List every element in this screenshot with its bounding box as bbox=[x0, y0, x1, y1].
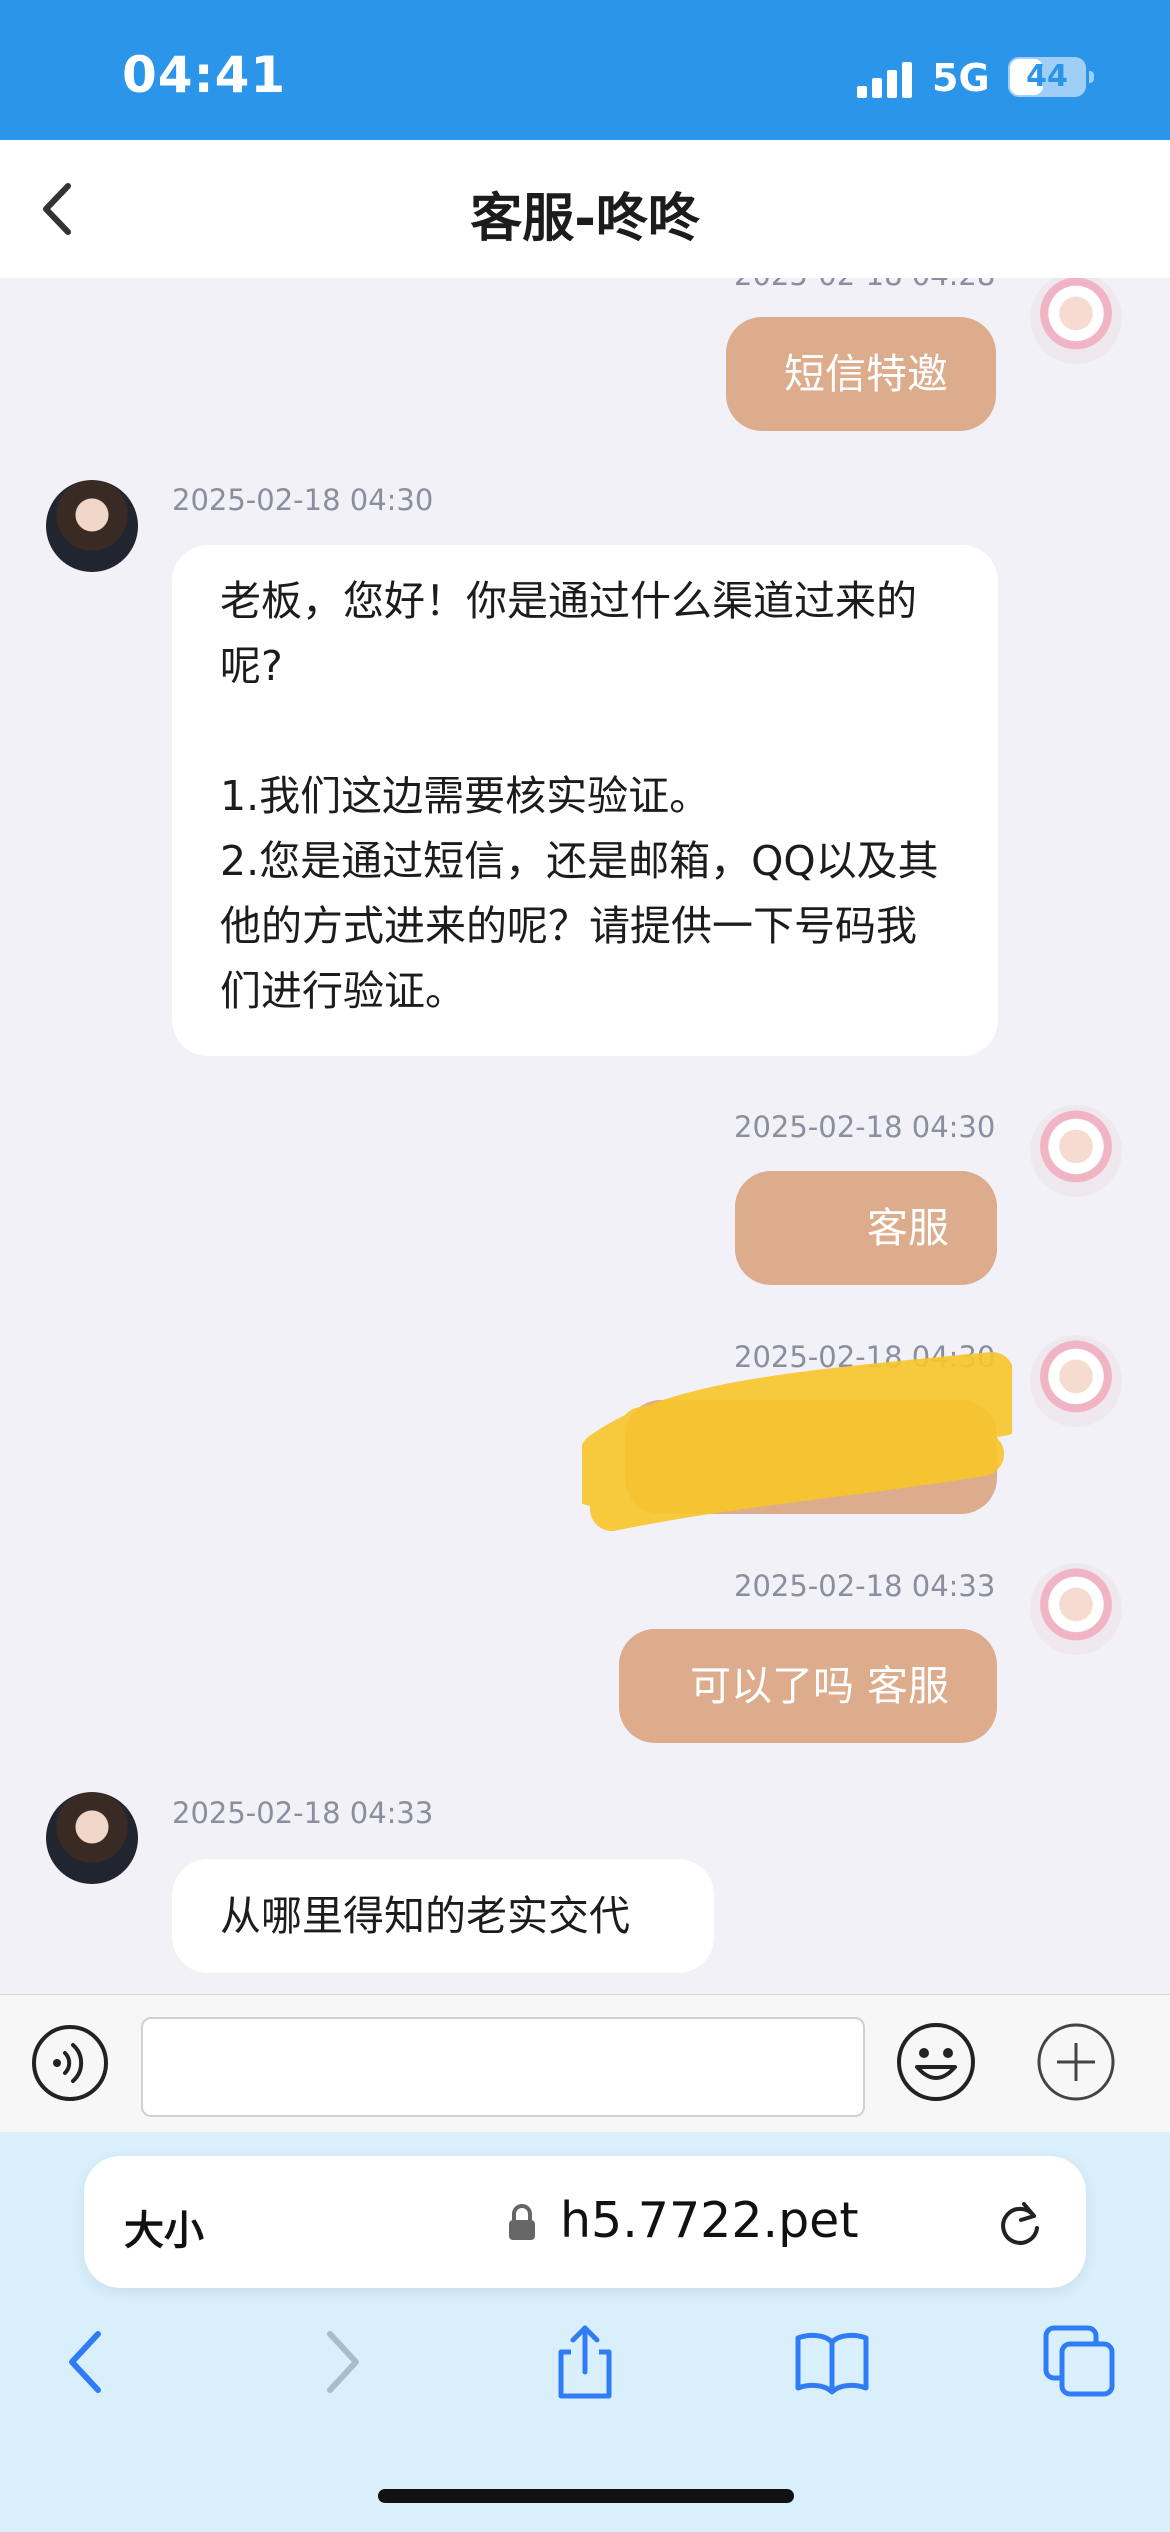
address-bar[interactable]: 大小 h5.7722.pet bbox=[84, 2156, 1086, 2288]
back-arrow-icon[interactable] bbox=[48, 2322, 128, 2402]
user-avatar[interactable] bbox=[1030, 1105, 1122, 1197]
battery-percent: 44 bbox=[1026, 59, 1068, 94]
message-text: 从哪里得知的老实交代 bbox=[220, 1892, 630, 1940]
user-avatar[interactable] bbox=[1030, 1563, 1122, 1655]
share-icon[interactable] bbox=[545, 2322, 625, 2402]
message-timestamp: 2025-02-18 04:30 bbox=[734, 1110, 996, 1144]
message-bubble-outgoing[interactable]: 短信特邀 bbox=[726, 317, 996, 431]
chat-title: 客服-咚咚 bbox=[470, 189, 700, 249]
status-time: 04:41 bbox=[122, 46, 287, 104]
message-input[interactable] bbox=[141, 2017, 865, 2117]
message-text: 客服 bbox=[867, 1204, 949, 1252]
agent-avatar[interactable] bbox=[46, 1792, 138, 1884]
message-timestamp: 2025-02-18 04:30 bbox=[172, 483, 434, 517]
agent-avatar[interactable] bbox=[46, 480, 138, 572]
smiley-icon[interactable] bbox=[895, 2021, 977, 2103]
lock-icon bbox=[509, 2204, 535, 2240]
message-text: 老板，您好！你是通过什么渠道过来的呢? 1.我们这边需要核实验证。 2.您是通过… bbox=[220, 577, 939, 1015]
message-timestamp: 2025-02-18 04:33 bbox=[734, 1569, 996, 1603]
message-bubble-incoming[interactable]: 老板，您好！你是通过什么渠道过来的呢? 1.我们这边需要核实验证。 2.您是通过… bbox=[172, 545, 998, 1056]
status-bar: 04:41 5G 44 bbox=[0, 0, 1170, 140]
text-size-button[interactable]: 大小 bbox=[124, 2198, 204, 2256]
bookmarks-icon[interactable] bbox=[792, 2322, 872, 2402]
message-text: 短信特邀 bbox=[784, 350, 948, 398]
message-timestamp: 2025-02-18 04:33 bbox=[172, 1796, 434, 1830]
redaction-scribble bbox=[582, 1352, 1012, 1531]
message-text: 可以了吗 客服 bbox=[689, 1662, 949, 1710]
message-bubble-incoming[interactable]: 从哪里得知的老实交代 bbox=[172, 1859, 714, 1973]
plus-circle-icon[interactable] bbox=[1035, 2021, 1117, 2103]
network-type: 5G bbox=[932, 56, 990, 100]
message-bubble-outgoing[interactable]: 客服 bbox=[735, 1171, 997, 1285]
chat-message-list[interactable]: 2025-02-18 04:28 短信特邀 2025-02-18 04:30 老… bbox=[0, 278, 1170, 1994]
message-composer bbox=[0, 1994, 1170, 2132]
home-indicator[interactable] bbox=[378, 2489, 794, 2503]
battery-cap bbox=[1089, 71, 1094, 83]
voice-icon[interactable] bbox=[30, 2023, 110, 2103]
tabs-icon[interactable] bbox=[1040, 2322, 1120, 2402]
cellular-signal-icon bbox=[857, 62, 912, 98]
reload-icon[interactable] bbox=[994, 2196, 1046, 2250]
message-bubble-outgoing[interactable]: 可以了吗 客服 bbox=[619, 1629, 997, 1743]
forward-arrow-icon[interactable] bbox=[300, 2322, 380, 2402]
chat-header: 客服-咚咚 bbox=[0, 140, 1170, 278]
message-timestamp: 2025-02-18 04:28 bbox=[734, 278, 995, 292]
user-avatar[interactable] bbox=[1030, 278, 1122, 364]
user-avatar[interactable] bbox=[1030, 1335, 1122, 1427]
browser-toolbar: 大小 h5.7722.pet bbox=[0, 2132, 1170, 2532]
battery-icon: 44 bbox=[1008, 57, 1086, 97]
url-text[interactable]: h5.7722.pet bbox=[560, 2192, 859, 2249]
